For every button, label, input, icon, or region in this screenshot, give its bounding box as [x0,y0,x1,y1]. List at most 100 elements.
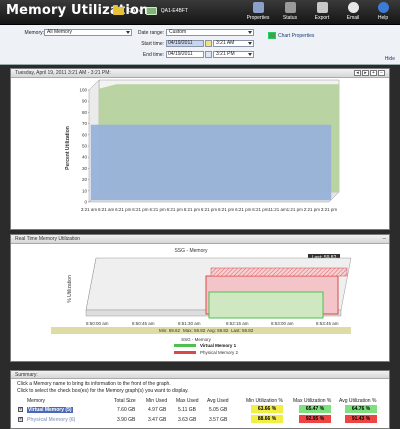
memory-select[interactable]: All Memory [44,29,132,36]
x-tick-label: 8:51:30 am [178,321,201,326]
row-avg-used: 5.05 GB [209,407,228,413]
x-tick-label: 6:21 pm [115,207,132,212]
date-range-value: Custom [169,29,187,35]
end-time-value: 3:21 PM [216,51,235,57]
y-tick-label: 70 [82,121,88,126]
prev-icon[interactable]: ◂ [354,70,361,76]
row-checkbox[interactable]: ✓ [18,407,23,412]
date-range-label: Date range: [137,30,164,36]
email-icon [347,2,359,13]
legend-title: SSG - Memory [181,337,212,342]
help-icon [377,2,389,13]
stat-last: Last: 59.82 [231,328,254,333]
legend-label-physical[interactable]: Physical Memory 2 [200,350,239,355]
chart-nav: ◂ ▸ + − [354,70,385,76]
x-tick-label: 6:21 pm [201,207,218,212]
x-tick-label: 3:21 am [81,207,98,212]
status-button[interactable]: Status [274,1,306,24]
x-tick-label: 6:21 pm [184,207,201,212]
breadcrumb-group[interactable]: QA [128,8,135,14]
zoom-out-icon[interactable]: − [378,70,385,76]
summary-info-1: Click a Memory name to bring its informa… [17,381,171,387]
history-ylabel: Percent Utilization [65,126,71,170]
email-button[interactable]: Email [337,1,369,24]
breadcrumb: QA ▸ QA1-E4BFT [113,5,188,15]
status-icon [284,2,296,13]
row-avg-util: 91.43 % [345,415,377,423]
row-avg-used: 3.57 GB [209,417,228,423]
col-avg-used: Avg Used [207,398,229,404]
memory-select-value: All Memory [47,29,73,35]
y-tick-label: 0 [84,200,87,205]
row-max-used: 3.63 GB [178,417,197,423]
minimize-icon[interactable]: – [383,235,386,244]
history-panel-header: Tuesday, April 19, 2011 3:21 AM - 3:21 P… [11,69,389,78]
x-tick-label: 6:21 pm [149,207,166,212]
legend-swatch-physical [174,351,196,354]
memory-name-link[interactable]: Physical Memory (6) [27,417,75,423]
legend-label-virtual[interactable]: Virtual Memory 1 [200,343,237,348]
summary-header: Summary: [11,371,389,379]
chevron-down-icon [248,53,252,56]
zoom-in-icon[interactable]: + [370,70,377,76]
properties-button[interactable]: Properties [242,1,274,24]
realtime-x-ticks: 8:50:00 am 8:50:45 am 8:51:30 am 8:52:15… [86,321,339,326]
start-time-select[interactable]: 3:21 AM [213,40,254,47]
realtime-panel: Real Time Memory Utilization – SSG - Mem… [10,234,390,362]
stat-min: Min: 59.62 [159,328,181,333]
memory-name-link[interactable]: Virtual Memory (5) [27,407,73,413]
y-tick-label: 60 [82,132,88,137]
start-date-input[interactable]: 04/19/2011 [166,40,204,47]
row-max-util: 92.95 % [299,415,331,423]
start-time-value: 3:21 AM [216,40,235,46]
x-tick-label: 8:52:15 am [226,321,249,326]
folder-icon [113,5,124,15]
properties-icon [252,2,264,13]
row-min-util: 63.66 % [251,405,283,413]
history-panel: Tuesday, April 19, 2011 3:21 AM - 3:21 P… [10,68,390,230]
hide-link[interactable]: Hide [385,56,395,62]
properties-label: Properties [246,15,270,21]
help-label: Help [377,15,389,21]
y-tick-label: 100 [79,88,87,93]
row-min-used: 4.97 GB [148,407,167,413]
row-checkbox[interactable]: ✓ [18,417,23,422]
end-time-select[interactable]: 3:21 PM [213,51,254,58]
row-avg-util: 64.76 % [345,405,377,413]
help-button[interactable]: Help [367,1,399,24]
summary-panel: Summary: Click a Memory name to bring it… [10,370,390,429]
x-tick-label: 8:53:45 am [316,321,339,326]
next-icon[interactable]: ▸ [362,70,369,76]
chart-properties-link[interactable]: Chart Properties [268,32,314,39]
end-date-input[interactable]: 04/19/2011 [166,51,204,58]
realtime-ylabel: % Utilization [67,275,73,303]
memory-label: Memory: [24,30,44,36]
y-tick-label: 90 [82,99,88,104]
physical-memory-area [90,124,332,201]
chart-icon [268,32,276,39]
virtual-memory-area [208,291,324,319]
realtime-panel-header: Real Time Memory Utilization – [11,235,389,244]
breadcrumb-separator: ▸ [139,8,142,14]
chart-properties-label: Chart Properties [278,32,315,39]
breadcrumb-host[interactable]: QA1-E4BFT [161,8,188,14]
row-total: 7.60 GB [117,407,136,413]
col-max-used: Max Used [176,398,199,404]
calendar-icon[interactable] [205,51,212,58]
realtime-chart: SSG - Memory Last: 59.82 % Utilization 8… [51,248,352,355]
x-tick-label: 3:21 pm [321,207,338,212]
chevron-down-icon [248,31,252,34]
export-icon [316,2,328,13]
legend-swatch-virtual [174,344,196,347]
calendar-icon[interactable] [205,40,212,47]
y-tick-label: 30 [82,166,88,171]
x-tick-label: 1:21 pm [287,207,304,212]
end-time-label: End time: [142,52,164,58]
col-avg-util: Avg Utilization % [339,398,377,404]
export-button[interactable]: Export [306,1,338,24]
x-tick-label: 2:21 pm [304,207,321,212]
computer-icon [145,7,157,15]
physical-memory-top [210,267,348,277]
date-range-select[interactable]: Custom [166,29,254,36]
status-label: Status [282,15,298,21]
